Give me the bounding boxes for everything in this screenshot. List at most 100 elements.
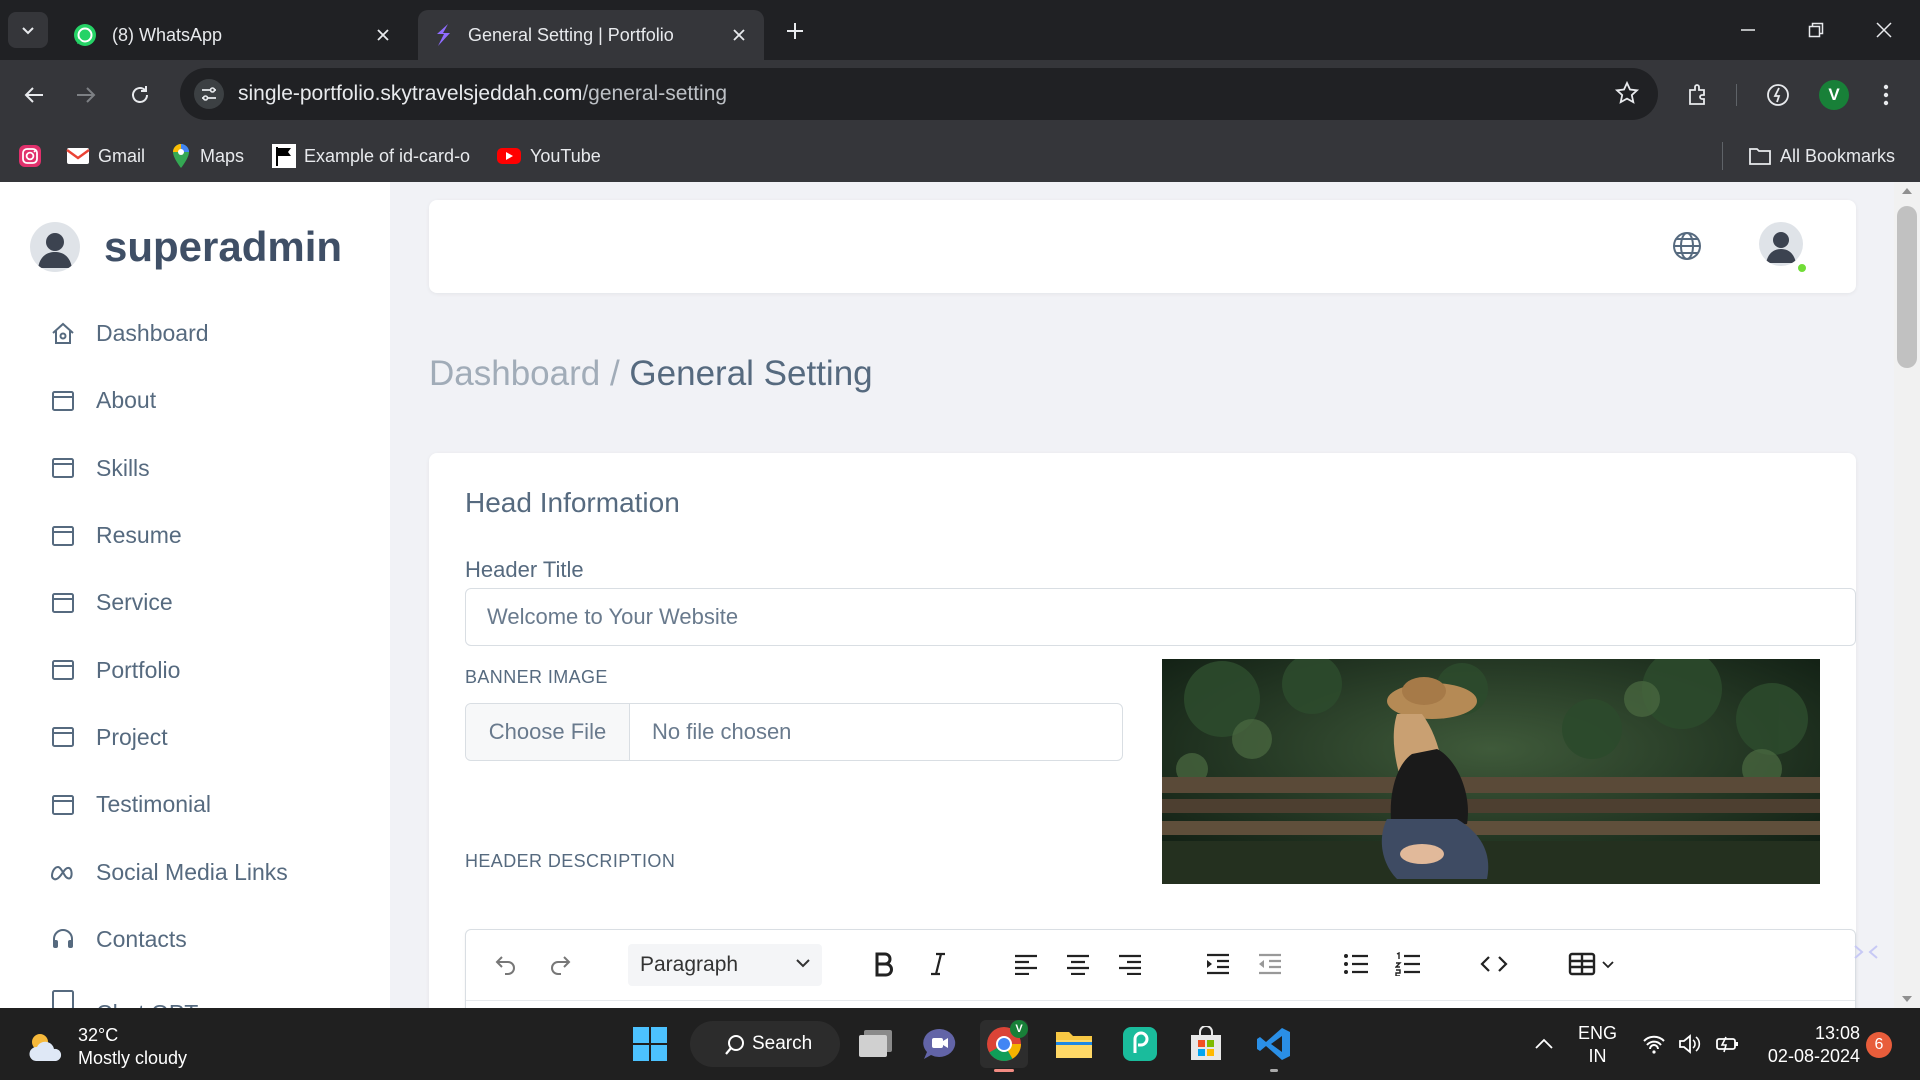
redo-button[interactable] bbox=[542, 946, 578, 982]
floating-collapse-button[interactable] bbox=[1848, 934, 1884, 970]
bookmark-instagram[interactable] bbox=[18, 142, 42, 170]
top-navbar bbox=[429, 200, 1856, 293]
sidebar-item-about[interactable]: About bbox=[48, 367, 288, 434]
window-icon bbox=[48, 453, 78, 483]
chat-icon bbox=[923, 1028, 956, 1059]
bold-button[interactable] bbox=[866, 946, 902, 982]
system-tray[interactable] bbox=[1642, 1008, 1740, 1080]
restore-button[interactable] bbox=[1788, 12, 1844, 48]
language-code: ENG bbox=[1578, 1023, 1618, 1043]
align-right-button[interactable] bbox=[1112, 946, 1148, 982]
vscode-button[interactable] bbox=[1250, 1020, 1298, 1072]
outdent-button[interactable] bbox=[1252, 946, 1288, 982]
all-bookmarks-button[interactable]: All Bookmarks bbox=[1748, 142, 1895, 170]
indent-button[interactable] bbox=[1200, 946, 1236, 982]
input-language-indicator[interactable]: ENG IN bbox=[1578, 1022, 1617, 1068]
bookmark-gmail[interactable]: Gmail bbox=[66, 142, 145, 170]
teams-chat-button[interactable] bbox=[916, 1020, 964, 1068]
sidebar-item-contacts[interactable]: Contacts bbox=[48, 906, 288, 973]
bookmark-youtube[interactable]: YouTube bbox=[496, 142, 601, 170]
banner-file-input[interactable]: Choose File No file chosen bbox=[465, 703, 1123, 761]
brand[interactable]: superadmin bbox=[30, 222, 342, 272]
start-button[interactable] bbox=[626, 1020, 674, 1068]
sidebar-item-service[interactable]: Service bbox=[48, 569, 288, 636]
source-code-button[interactable] bbox=[1476, 946, 1512, 982]
choose-file-button[interactable]: Choose File bbox=[466, 704, 630, 760]
align-center-button[interactable] bbox=[1060, 946, 1096, 982]
address-bar[interactable]: single-portfolio.skytravelsjeddah.com/ge… bbox=[180, 68, 1658, 120]
bookmarks-bar: Gmail Maps Example of id-card-o YouTube … bbox=[0, 130, 1920, 182]
notification-badge[interactable]: 6 bbox=[1866, 1032, 1892, 1058]
portfolio-icon bbox=[432, 22, 454, 48]
scroll-down-arrow-icon[interactable] bbox=[1901, 994, 1913, 1004]
insert-table-button[interactable] bbox=[1562, 946, 1622, 982]
bookmark-label: Maps bbox=[200, 145, 245, 166]
reload-button[interactable] bbox=[122, 77, 158, 113]
flag-icon bbox=[272, 144, 296, 168]
puzzle-icon bbox=[1689, 84, 1705, 105]
sidebar-item-chat-gpt[interactable]: Chat GPT bbox=[48, 973, 288, 1008]
windows-logo-icon bbox=[633, 1027, 667, 1061]
user-avatar[interactable] bbox=[1759, 222, 1803, 266]
taskbar-search[interactable]: Search bbox=[690, 1021, 840, 1067]
close-icon[interactable] bbox=[728, 24, 750, 46]
site-settings-icon[interactable] bbox=[194, 79, 224, 109]
block-format-dropdown[interactable]: Paragraph bbox=[628, 944, 822, 986]
clock-time: 13:08 bbox=[1814, 1023, 1860, 1043]
bulleted-list-button[interactable] bbox=[1338, 946, 1374, 982]
tab-general-setting[interactable]: General Setting | Portfolio bbox=[418, 10, 764, 60]
scrollbar-thumb[interactable] bbox=[1897, 206, 1917, 368]
sidebar-item-resume[interactable]: Resume bbox=[48, 502, 288, 569]
show-hidden-icons-button[interactable] bbox=[1534, 1008, 1554, 1080]
minimize-button[interactable] bbox=[1720, 12, 1776, 48]
weather-temperature: 32°C bbox=[78, 1025, 119, 1045]
instagram-icon bbox=[18, 144, 42, 168]
header-title-input[interactable]: Welcome to Your Website bbox=[465, 588, 1856, 646]
bookmark-id-card[interactable]: Example of id-card-o bbox=[272, 142, 470, 170]
header-description-label: HEADER DESCRIPTION bbox=[465, 851, 676, 871]
weather-widget[interactable]: 32°C Mostly cloudy bbox=[26, 1024, 187, 1070]
sidebar-item-project[interactable]: Project bbox=[48, 704, 288, 771]
browser-menu-button[interactable] bbox=[1868, 77, 1904, 113]
browser-toolbar: single-portfolio.skytravelsjeddah.com/ge… bbox=[0, 60, 1920, 130]
performance-button[interactable] bbox=[1760, 77, 1796, 113]
bookmark-star-icon[interactable] bbox=[1614, 80, 1640, 106]
back-button[interactable] bbox=[16, 77, 52, 113]
bold-icon bbox=[875, 952, 893, 977]
tab-whatsapp[interactable]: (8) WhatsApp bbox=[58, 10, 408, 60]
sidebar-item-social-media-links[interactable]: Social Media Links bbox=[48, 838, 288, 905]
volume-icon bbox=[1679, 1034, 1701, 1054]
sidebar-item-testimonial[interactable]: Testimonial bbox=[48, 771, 288, 838]
breadcrumb-parent[interactable]: Dashboard bbox=[429, 354, 600, 393]
undo-button[interactable] bbox=[488, 946, 524, 982]
scroll-up-arrow-icon[interactable] bbox=[1901, 186, 1913, 196]
italic-button[interactable] bbox=[920, 946, 956, 982]
sidebar-item-portfolio[interactable]: Portfolio bbox=[48, 636, 288, 703]
close-window-button[interactable] bbox=[1856, 12, 1912, 48]
tab-search-button[interactable] bbox=[8, 12, 48, 48]
task-view-button[interactable] bbox=[852, 1020, 900, 1068]
sidebar-item-dashboard[interactable]: Dashboard bbox=[48, 300, 288, 367]
numbered-list-button[interactable] bbox=[1390, 946, 1426, 982]
forward-button[interactable] bbox=[68, 77, 104, 113]
sidebar-item-label: Skills bbox=[96, 454, 150, 481]
extensions-button[interactable] bbox=[1680, 77, 1716, 113]
profile-avatar[interactable]: V bbox=[1819, 80, 1849, 110]
battery-icon bbox=[1716, 1036, 1738, 1053]
page-title: General Setting bbox=[629, 354, 873, 393]
new-tab-button[interactable] bbox=[780, 16, 810, 46]
language-button[interactable] bbox=[1669, 228, 1705, 264]
chrome-taskbar-button[interactable]: V bbox=[980, 1020, 1028, 1072]
sidebar-item-skills[interactable]: Skills bbox=[48, 435, 288, 502]
bookmark-maps[interactable]: Maps bbox=[170, 142, 244, 170]
close-icon[interactable] bbox=[372, 24, 394, 46]
app-taskbar-button[interactable] bbox=[1116, 1020, 1164, 1068]
profile-badge: V bbox=[1010, 1020, 1028, 1038]
window-icon bbox=[48, 588, 78, 618]
microsoft-store-button[interactable] bbox=[1182, 1020, 1230, 1068]
window-icon bbox=[48, 722, 78, 752]
align-left-button[interactable] bbox=[1008, 946, 1044, 982]
tab-label: General Setting | Portfolio bbox=[468, 24, 674, 45]
clock[interactable]: 13:08 02-08-2024 bbox=[1760, 1022, 1860, 1068]
file-explorer-button[interactable] bbox=[1050, 1020, 1098, 1068]
